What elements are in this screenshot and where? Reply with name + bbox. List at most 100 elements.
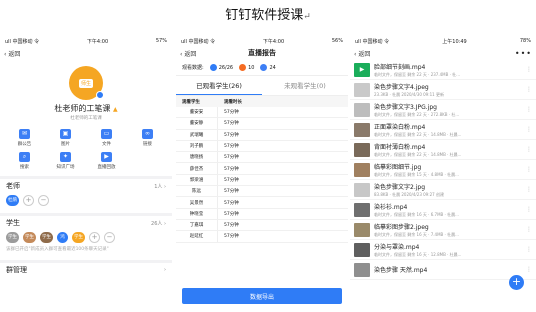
student-avatar[interactable]: 学生 <box>23 231 36 243</box>
nav-bar: ‹ 返回 ••• <box>350 46 536 60</box>
remove-member-button[interactable]: − <box>104 231 115 243</box>
file-more-icon[interactable]: ⋮ <box>526 126 532 133</box>
file-thumbnail <box>354 102 370 117</box>
tab-unwatched[interactable]: 未观看学生(0) <box>262 76 348 95</box>
teacher-members: 杜鹃 + − <box>0 193 172 207</box>
list-item[interactable]: 临摹彩图细节.jpg 临时文件，保留至 剩余 15 天 · 4.8MB · 杜晨.… <box>350 160 536 180</box>
file-meta: 临时文件，保留至 剩余 22 天 · 14.8MB · 杜晨... <box>374 151 462 157</box>
feature-label: 直播回放 <box>97 165 116 170</box>
file-more-icon[interactable]: ⋮ <box>526 66 532 73</box>
file-more-icon[interactable]: ⋮ <box>526 186 532 193</box>
list-item[interactable]: 背面衬薄白粉.mp4 临时文件，保留至 剩余 22 天 · 14.8MB · 杜晨… <box>350 140 536 160</box>
file-thumbnail <box>354 202 370 217</box>
back-button[interactable]: ‹ 返回 <box>4 49 20 58</box>
file-info: 染衫衫.mp4 临时文件，保留至 剩余 16 天 · 6.7MB · 杜晨... <box>374 202 524 218</box>
file-thumbnail <box>354 82 370 97</box>
back-button[interactable]: ‹ 返回 <box>354 49 370 58</box>
list-item[interactable]: ▶ 脸部细节刻画.mp4 临时文件，保留至 剩余 22 天 · 237.4MB · … <box>350 60 536 80</box>
table-row[interactable]: 唐晓扬 57分钟 <box>176 152 348 164</box>
feature-megaphone[interactable]: ✉ 群公告 <box>4 129 45 147</box>
file-meta: 临时文件，保留至 剩余 22 天 · 272.8KB · 杜... <box>374 111 460 117</box>
tab-watched[interactable]: 已观看学生(26) <box>176 76 262 95</box>
feature-label: 图片 <box>61 142 70 147</box>
table-row[interactable]: 郭梁涵 57分钟 <box>176 174 348 187</box>
like-count: 10 <box>248 65 255 71</box>
list-item[interactable]: 染色步骤文字4.jpeg 23.3KB · 杜晨 2020/4/30 09:11 … <box>350 80 536 100</box>
file-thumbnail <box>354 162 370 177</box>
file-more-icon[interactable]: ⋮ <box>526 86 532 93</box>
file-thumbnail: ▶ <box>354 62 370 77</box>
student-avatar[interactable]: 学生 <box>40 231 53 243</box>
phone-file-list: ull 中国移动 令 上午10:49 78% ‹ 返回 ••• ▶ 脸部细节刻画.… <box>350 36 536 310</box>
file-meta: 临时文件，保留至 剩余 15 天 · 4.8MB · 杜晨... <box>374 171 459 177</box>
add-file-button[interactable]: + <box>509 275 524 290</box>
list-item[interactable]: 临摹彩图步骤2.jpeg 临时文件，保留至 剩余 16 天 · 7.4MB · 杜… <box>350 220 536 240</box>
table-row[interactable]: 赵延红 57分钟 <box>176 231 348 243</box>
list-item[interactable]: 染色步骤 天然.mp4 ⋮ <box>350 260 536 280</box>
table-row[interactable]: 吴景然 57分钟 <box>176 197 348 209</box>
teacher-avatar[interactable]: 杜鹃 <box>6 194 19 206</box>
feature-image[interactable]: ▣ 图片 <box>45 129 86 147</box>
table-row[interactable]: 陈远 57分钟 <box>176 186 348 198</box>
remove-member-button[interactable]: − <box>38 194 49 206</box>
table-row[interactable]: 武瑞曦 57分钟 <box>176 129 348 141</box>
feature-playback[interactable]: ▶ 直播回放 <box>86 152 127 170</box>
file-thumbnail <box>354 242 370 257</box>
teacher-section-header[interactable]: 老师 1人 › <box>0 179 172 193</box>
table-row[interactable]: 董安安 57分钟 <box>176 107 348 119</box>
add-member-button[interactable]: + <box>23 194 34 206</box>
folder-icon: ▭ <box>101 129 112 139</box>
watch-duration: 57分钟 <box>224 121 239 127</box>
feature-link[interactable]: ∞ 链接 <box>127 129 168 147</box>
table-row[interactable]: 钟晓莹 57分钟 <box>176 208 348 220</box>
feature-label: 搜索 <box>20 165 29 170</box>
file-meta: 临时文件，保留至 剩余 16 天 · 12.8MB · 杜晨... <box>374 251 462 257</box>
file-more-icon[interactable]: ⋮ <box>526 106 532 113</box>
viewed-count: 26/26 <box>218 65 234 71</box>
file-more-icon[interactable]: ⋮ <box>526 206 532 213</box>
add-member-button[interactable]: + <box>89 231 100 243</box>
nav-bar: ‹ 返回 直播报告 <box>176 46 348 60</box>
file-more-icon[interactable]: ⋮ <box>526 266 532 273</box>
feature-label: 链接 <box>143 142 152 147</box>
feature-folder[interactable]: ▭ 文件 <box>86 129 127 147</box>
group-avatar[interactable]: 师生 <box>69 66 104 100</box>
student-name: 郭梁涵 <box>176 174 218 186</box>
export-data-button[interactable]: 数据导出 <box>182 288 342 304</box>
status-bar: ull 中国移动 令 下午4:00 57% <box>0 36 172 46</box>
feature-knowledge[interactable]: ✦ 知识广场 <box>45 152 86 170</box>
list-item[interactable]: 染色步骤文字3.JPG.jpg 临时文件，保留至 剩余 22 天 · 272.8K… <box>350 100 536 120</box>
watch-duration: 57分钟 <box>224 177 239 183</box>
feature-search[interactable]: ⌕ 搜索 <box>4 152 45 170</box>
list-item[interactable]: 分染与罩染.mp4 临时文件，保留至 剩余 16 天 · 12.8MB · 杜晨.… <box>350 240 536 260</box>
more-icon[interactable]: ••• <box>515 49 532 58</box>
file-more-icon[interactable]: ⋮ <box>526 226 532 233</box>
table-row[interactable]: 丁嘉琪 57分钟 <box>176 219 348 232</box>
file-info: 染色步骤文字2.jpg 83.8KB · 杜晨 2020/4/23 09:27 创… <box>374 182 524 198</box>
file-more-icon[interactable]: ⋮ <box>526 146 532 153</box>
back-button[interactable]: ‹ 返回 <box>180 49 196 58</box>
group-manage-row[interactable]: 群管理 › <box>0 263 172 277</box>
list-item[interactable]: 正面罩染白粉.mp4 临时文件，保留至 剩余 22 天 · 14.8MB · 杜晨… <box>350 120 536 140</box>
file-more-icon[interactable]: ⋮ <box>526 166 532 173</box>
file-more-icon[interactable]: ⋮ <box>526 246 532 253</box>
table-row[interactable]: 刘子鹏 57分钟 <box>176 140 348 153</box>
student-name: 董安安 <box>176 107 218 118</box>
student-avatar[interactable]: 学生 <box>72 231 85 243</box>
file-meta: 临时文件，保留至 剩余 22 天 · 237.4MB · 杜... <box>374 71 460 77</box>
student-avatar[interactable]: 学生 <box>6 231 19 243</box>
history-notice: 该群已开启"新成员入群可查看最近100条聊天记录" <box>6 247 109 252</box>
battery-label: 78% <box>519 38 531 44</box>
student-section-header[interactable]: 学生 26人 › <box>0 216 172 230</box>
stats-label: 观看数据: <box>182 65 204 71</box>
table-row[interactable]: 董安静 57分钟 <box>176 118 348 130</box>
file-info: 背面衬薄白粉.mp4 临时文件，保留至 剩余 22 天 · 14.8MB · 杜晨… <box>374 142 524 158</box>
table-row[interactable]: 薛佳杰 57分钟 <box>176 163 348 175</box>
student-avatar[interactable]: 鸿 <box>57 231 68 243</box>
list-item[interactable]: 染色步骤文字2.jpg 83.8KB · 杜晨 2020/4/23 09:27 创… <box>350 180 536 200</box>
file-info: 分染与罩染.mp4 临时文件，保留至 剩余 16 天 · 12.8MB · 杜晨.… <box>374 242 524 258</box>
list-item[interactable]: 染衫衫.mp4 临时文件，保留至 剩余 16 天 · 6.7MB · 杜晨... ⋮ <box>350 200 536 220</box>
feature-label: 群公告 <box>17 142 32 147</box>
student-members: 学生 学生 学生鸿学生 + − <box>0 230 172 244</box>
page-title: 直播报告 <box>248 49 276 57</box>
